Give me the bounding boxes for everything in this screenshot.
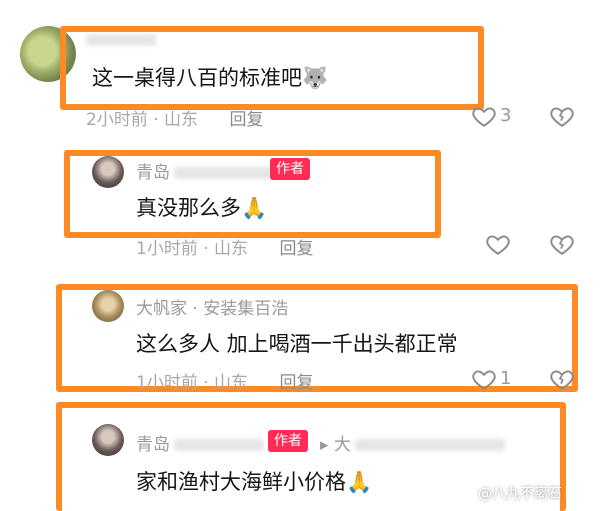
reply-button[interactable]: 回复 (279, 373, 313, 393)
watermark: @八九不离石 (478, 486, 562, 502)
heart-outline-icon[interactable] (471, 366, 497, 392)
like-count: 1 (500, 368, 512, 389)
like-count: 3 (500, 105, 512, 126)
broken-heart-icon[interactable] (549, 103, 575, 129)
broken-heart-icon[interactable] (549, 366, 575, 392)
comment-meta: 2小时前 · 山东 回复 (86, 110, 264, 130)
heart-outline-icon[interactable] (485, 231, 511, 257)
reply-button[interactable]: 回复 (229, 110, 263, 130)
comment-meta: 1小时前 · 山东 回复 (136, 239, 314, 259)
reply-button[interactable]: 回复 (279, 239, 313, 259)
heart-outline-icon[interactable] (471, 103, 497, 129)
broken-heart-icon[interactable] (549, 231, 575, 257)
highlight-box (64, 150, 441, 238)
highlight-box (60, 26, 484, 110)
comment-meta: 1小时前 · 山东 回复 (136, 373, 314, 393)
